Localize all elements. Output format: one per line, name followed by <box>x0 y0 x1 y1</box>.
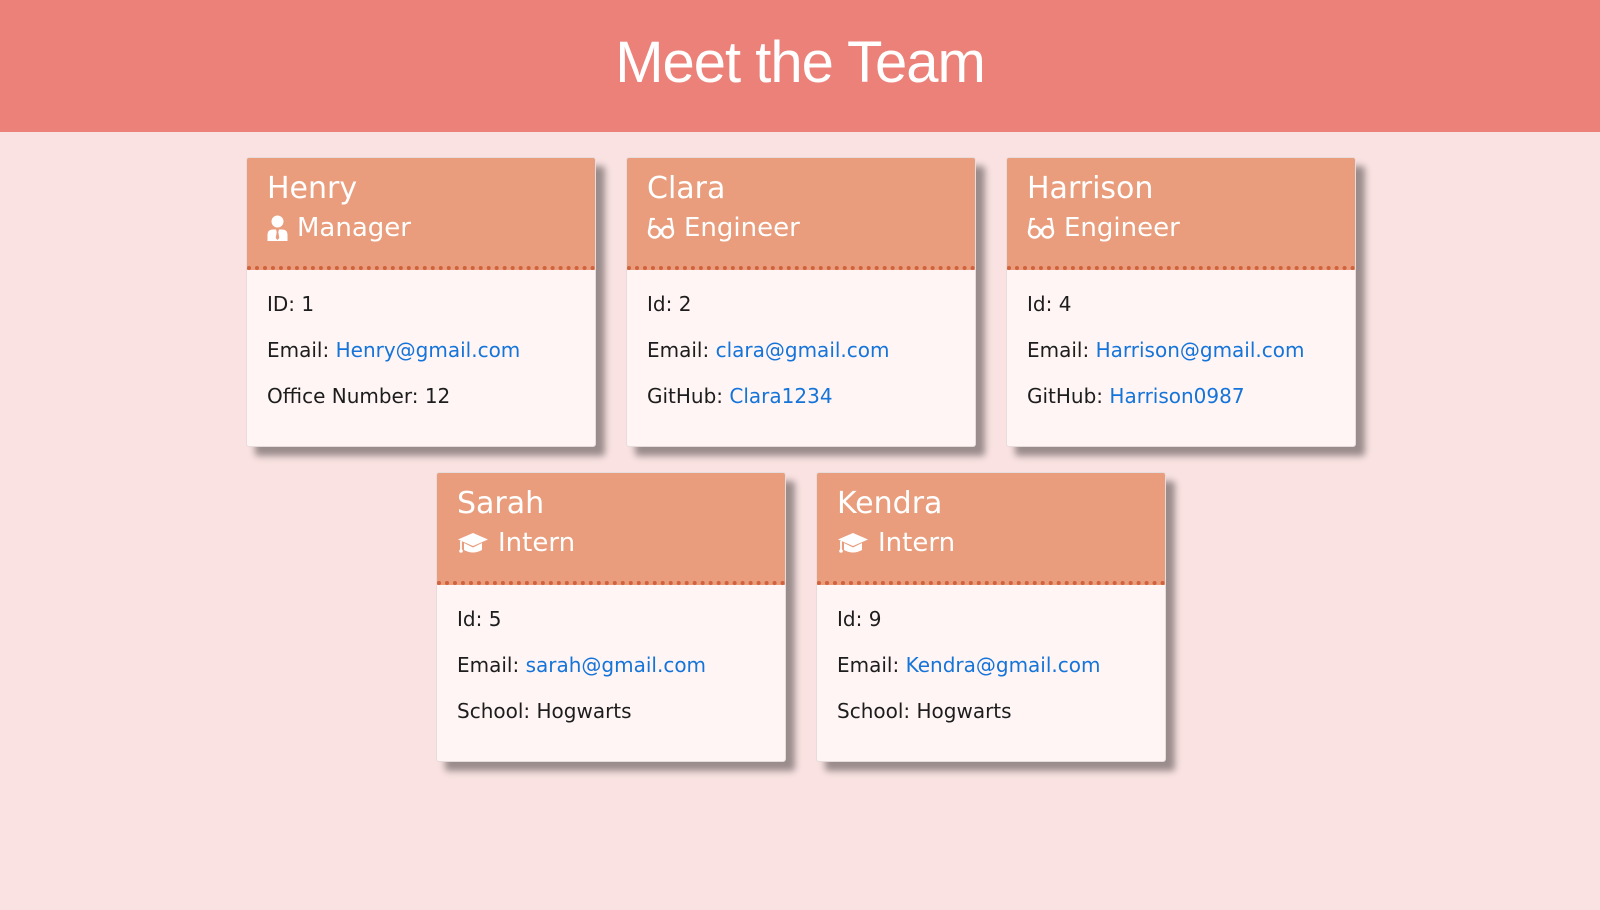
role-label: Engineer <box>1064 213 1180 243</box>
github-label: GitHub: <box>647 384 724 408</box>
email-link[interactable]: sarah@gmail.com <box>526 653 706 677</box>
employee-card-kendra: Kendra Intern Id: 9 Email: Kendra@gmail.… <box>816 472 1166 762</box>
manager-icon <box>267 215 288 241</box>
card-header: Harrison Engineer <box>1007 158 1355 270</box>
office-number-label: Office Number: <box>267 384 419 408</box>
school-value: Hogwarts <box>916 699 1012 723</box>
email-row: Email: Harrison@gmail.com <box>1027 338 1335 384</box>
employee-name: Kendra <box>837 486 943 521</box>
school-label: School: <box>837 699 911 723</box>
role-label: Intern <box>498 528 576 558</box>
card-header: Sarah Intern <box>437 473 785 585</box>
office-number-row: Office Number: 12 <box>267 384 575 430</box>
employee-name: Sarah <box>457 486 545 521</box>
employee-name: Harrison <box>1027 171 1154 206</box>
employee-card-sarah: Sarah Intern Id: 5 Email: sarah@gmail.co… <box>436 472 786 762</box>
card-header: Clara Engineer <box>627 158 975 270</box>
card-body: Id: 2 Email: clara@gmail.com GitHub: Cla… <box>627 270 975 430</box>
id-value: 5 <box>488 607 502 631</box>
email-row: Email: sarah@gmail.com <box>457 653 765 699</box>
email-row: Email: Henry@gmail.com <box>267 338 575 384</box>
email-row: Email: Kendra@gmail.com <box>837 653 1145 699</box>
card-body: Id: 4 Email: Harrison@gmail.com GitHub: … <box>1007 270 1355 430</box>
id-label: Id: <box>1027 292 1053 316</box>
glasses-icon <box>1027 217 1055 239</box>
graduation-cap-icon <box>457 531 489 555</box>
school-value: Hogwarts <box>536 699 632 723</box>
school-row: School: Hogwarts <box>457 699 765 745</box>
glasses-icon <box>647 217 675 239</box>
employee-name: Clara <box>647 171 726 206</box>
id-value: 2 <box>678 292 692 316</box>
email-link[interactable]: Kendra@gmail.com <box>906 653 1101 677</box>
email-link[interactable]: Harrison@gmail.com <box>1096 338 1305 362</box>
github-link[interactable]: Harrison0987 <box>1109 384 1244 408</box>
github-row: GitHub: Harrison0987 <box>1027 384 1335 430</box>
id-value: 4 <box>1058 292 1072 316</box>
page-header: Meet the Team <box>0 0 1600 132</box>
id-row: Id: 5 <box>457 607 765 653</box>
card-body: ID: 1 Email: Henry@gmail.com Office Numb… <box>247 270 595 430</box>
graduation-cap-icon <box>837 531 869 555</box>
school-label: School: <box>457 699 531 723</box>
email-label: Email: <box>267 338 330 362</box>
employee-role: Engineer <box>647 209 955 247</box>
role-label: Manager <box>297 213 411 243</box>
employee-card-clara: Clara Engineer Id: 2 Email: clara@gmail.… <box>626 157 976 447</box>
role-label: Intern <box>878 528 956 558</box>
card-body: Id: 9 Email: Kendra@gmail.com School: Ho… <box>817 585 1165 745</box>
id-row: Id: 4 <box>1027 292 1335 338</box>
school-row: School: Hogwarts <box>837 699 1145 745</box>
employee-card-harrison: Harrison Engineer Id: 4 Email: Harrison@… <box>1006 157 1356 447</box>
id-row: Id: 2 <box>647 292 955 338</box>
email-label: Email: <box>837 653 900 677</box>
employee-name: Henry <box>267 171 358 206</box>
role-label: Engineer <box>684 213 800 243</box>
email-label: Email: <box>1027 338 1090 362</box>
email-label: Email: <box>457 653 520 677</box>
id-row: ID: 1 <box>267 292 575 338</box>
github-link[interactable]: Clara1234 <box>729 384 832 408</box>
office-number-value: 12 <box>424 384 451 408</box>
card-body: Id: 5 Email: sarah@gmail.com School: Hog… <box>437 585 785 745</box>
github-row: GitHub: Clara1234 <box>647 384 955 430</box>
id-row: Id: 9 <box>837 607 1145 653</box>
card-header: Kendra Intern <box>817 473 1165 585</box>
id-label: ID: <box>267 292 296 316</box>
email-link[interactable]: Henry@gmail.com <box>336 338 521 362</box>
employee-role: Manager <box>267 209 575 247</box>
employee-card-henry: Henry Manager ID: 1 Email: Henry@gmail.c… <box>246 157 596 447</box>
email-link[interactable]: clara@gmail.com <box>716 338 890 362</box>
email-label: Email: <box>647 338 710 362</box>
id-label: Id: <box>837 607 863 631</box>
id-value: 9 <box>868 607 882 631</box>
employee-role: Engineer <box>1027 209 1335 247</box>
github-label: GitHub: <box>1027 384 1104 408</box>
id-value: 1 <box>301 292 315 316</box>
email-row: Email: clara@gmail.com <box>647 338 955 384</box>
employee-role: Intern <box>457 524 765 562</box>
id-label: Id: <box>647 292 673 316</box>
page-title: Meet the Team <box>615 29 986 95</box>
employee-role: Intern <box>837 524 1145 562</box>
card-header: Henry Manager <box>247 158 595 270</box>
id-label: Id: <box>457 607 483 631</box>
